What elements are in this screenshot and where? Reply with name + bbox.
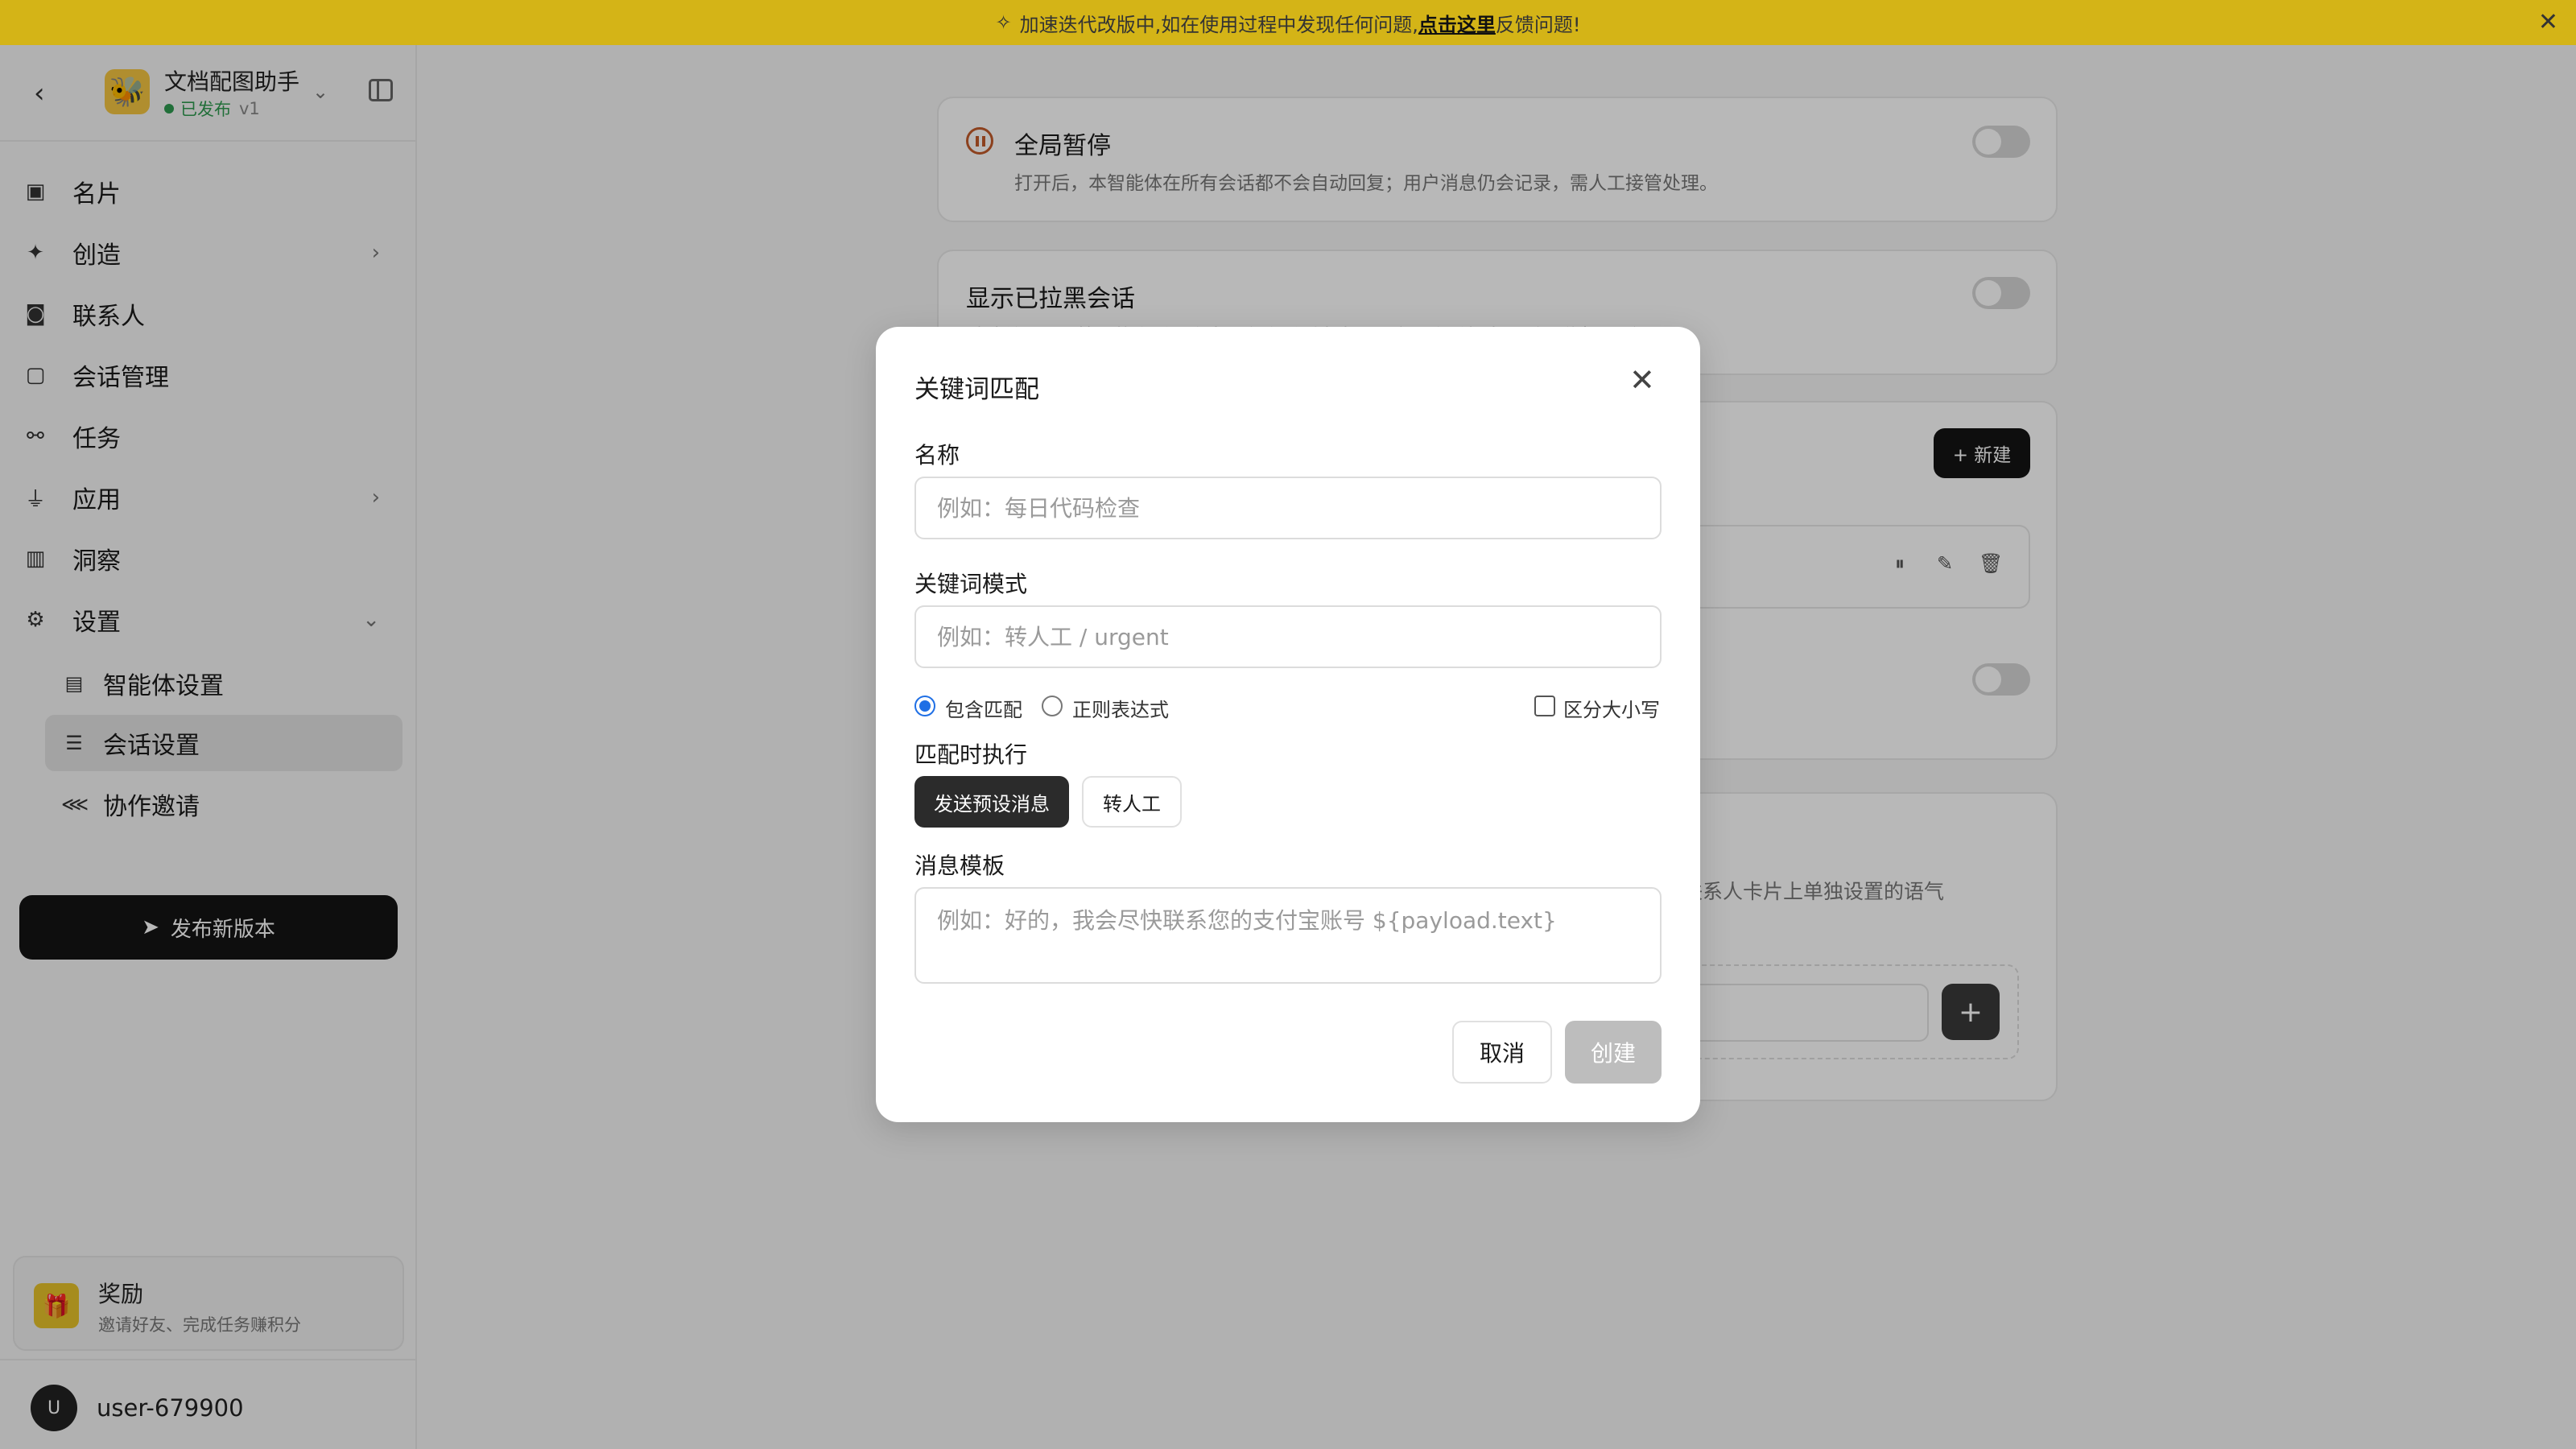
dialog-title: 关键词匹配	[914, 375, 1039, 404]
mode-regex-label[interactable]: 正则表达式	[1072, 694, 1169, 722]
feedback-link[interactable]: 点击这里	[1418, 9, 1496, 37]
create-button[interactable]: 创建	[1565, 1021, 1662, 1084]
pattern-input[interactable]	[914, 605, 1662, 668]
template-label: 消息模板	[914, 852, 1005, 879]
template-textarea[interactable]	[914, 887, 1662, 984]
action-label: 匹配时执行	[914, 741, 1028, 768]
announcement-banner: ✧ 加速迭代改版中,如在使用过程中发现任何问题, 点击这里 反馈问题! ✕	[0, 0, 2576, 45]
mode-contains-radio[interactable]	[914, 696, 935, 716]
close-icon[interactable]: ✕	[1629, 362, 1655, 398]
name-input[interactable]	[914, 477, 1662, 539]
transfer-human-button[interactable]: 转人工	[1082, 776, 1182, 828]
banner-text-tail: 反馈问题!	[1495, 13, 1581, 36]
cancel-button[interactable]: 取消	[1452, 1021, 1552, 1084]
match-mode-group: 包含匹配 正则表达式 区分大小写	[914, 689, 1662, 721]
keyword-match-dialog: 关键词匹配 ✕ 名称 关键词模式 包含匹配 正则表达式 区分大小写 匹配时执行 …	[876, 327, 1700, 1122]
sparkle-icon: ✧	[995, 11, 1012, 34]
close-icon[interactable]: ✕	[2538, 8, 2558, 36]
name-label: 名称	[914, 442, 960, 469]
mode-regex-radio[interactable]	[1042, 696, 1063, 716]
pattern-label: 关键词模式	[914, 571, 1028, 597]
mode-contains-label[interactable]: 包含匹配	[945, 694, 1022, 722]
case-sensitive-checkbox[interactable]	[1534, 696, 1555, 716]
send-preset-message-button[interactable]: 发送预设消息	[914, 776, 1069, 828]
case-sensitive-label[interactable]: 区分大小写	[1563, 694, 1660, 722]
banner-text: 加速迭代改版中,如在使用过程中发现任何问题,	[1019, 13, 1418, 36]
